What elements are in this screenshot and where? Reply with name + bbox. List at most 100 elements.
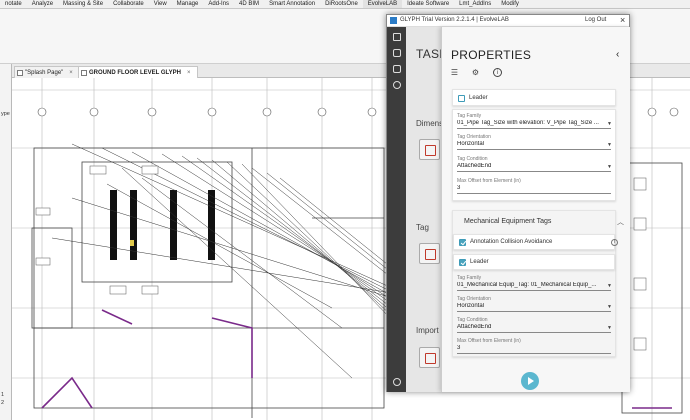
tag-condition-dropdown[interactable]: AttachedEnd (457, 163, 605, 169)
import-task-icon[interactable] (419, 347, 440, 368)
run-button[interactable] (521, 372, 539, 390)
close-icon[interactable]: × (69, 70, 73, 76)
field-underline (457, 353, 611, 354)
collision-avoidance-checkbox[interactable] (459, 239, 466, 246)
properties-palette-edge: ype 1 2 (0, 64, 12, 420)
highlight-marker (130, 240, 134, 246)
pipe-leader-label: Leader (469, 95, 488, 101)
dropdown-arrow-icon[interactable]: ▼ (607, 142, 612, 148)
tag-orientation-dropdown[interactable]: Horizontal (457, 303, 605, 309)
view-tab-ground-floor[interactable]: GROUND FLOOR LEVEL GLYPH × (78, 66, 198, 78)
menu-icon[interactable] (393, 33, 401, 41)
tag-condition-label: Tag Condition (457, 317, 488, 323)
type-label: ype (1, 111, 10, 117)
view-tab-label: "Splash Page" (25, 70, 64, 76)
dropdown-arrow-icon[interactable]: ▼ (607, 164, 612, 170)
glyph-nav-rail (387, 27, 406, 392)
info-icon[interactable]: i (611, 239, 618, 246)
max-offset-input[interactable]: 3 (457, 185, 605, 191)
field-underline (457, 332, 611, 333)
dropdown-arrow-icon[interactable]: ▼ (607, 121, 612, 127)
view-icon (81, 70, 87, 76)
tag-condition-label: Tag Condition (457, 156, 488, 162)
dropdown-arrow-icon[interactable]: ▼ (607, 283, 612, 289)
tag-family-label: Tag Family (457, 113, 482, 119)
section-title: Mechanical Equipment Tags (464, 218, 552, 225)
mech-leader-row[interactable]: Leader (453, 254, 615, 270)
field-underline (457, 149, 611, 150)
chevron-up-icon[interactable]: ︿ (617, 217, 624, 227)
task-section-tag: Tag (416, 223, 429, 232)
glyph-window-title: GLYPH Trial Version 2.2.1.4 | EvolveLAB (400, 17, 509, 23)
max-offset-input[interactable]: 3 (457, 345, 605, 351)
revit-window: notate Analyze Massing & Site Collaborat… (0, 0, 690, 420)
pipe-leader-checkbox[interactable] (458, 95, 465, 102)
tag-orientation-label: Tag Orientation (457, 296, 491, 302)
row-number: 1 (1, 392, 5, 398)
checklist-icon[interactable]: ☰ (450, 68, 459, 77)
glyph-window: GLYPH Trial Version 2.2.1.4 | EvolveLAB … (386, 14, 630, 392)
ribbon-tab-dirootsone[interactable]: DiRootsOne (320, 0, 363, 8)
pipe-leader-row[interactable]: Leader (452, 89, 616, 106)
gear-icon[interactable] (393, 378, 401, 386)
ribbon-tab-bar: notate Analyze Massing & Site Collaborat… (0, 0, 690, 9)
view-tab-splash-page[interactable]: "Splash Page" × (14, 66, 80, 78)
max-offset-label: Max Offset from Element (in) (457, 338, 521, 344)
robot-icon[interactable] (393, 49, 401, 57)
ribbon-tab-ideate[interactable]: Ideate Software (402, 0, 454, 8)
tag-family-label: Tag Family (457, 275, 482, 281)
collision-avoidance-label: Annotation Collision Avoidance (470, 239, 553, 245)
ribbon-tab-4dbim[interactable]: 4D BIM (234, 0, 264, 8)
ribbon-tab-addins[interactable]: Add-Ins (203, 0, 234, 8)
mech-leader-checkbox[interactable] (459, 259, 466, 266)
tag-task-icon[interactable] (419, 243, 440, 264)
dropdown-arrow-icon[interactable]: ▼ (607, 325, 612, 331)
mechanical-equipment-tags-section: Mechanical Equipment Tags ︿ Annotation C… (452, 210, 624, 357)
max-offset-label: Max Offset from Element (in) (457, 178, 521, 184)
ribbon-tab-massing[interactable]: Massing & Site (58, 0, 108, 8)
ribbon-tab-lmt-addins[interactable]: Lmt_AddIns (454, 0, 496, 8)
logout-link[interactable]: Log Out (585, 17, 606, 23)
dropdown-arrow-icon[interactable]: ▼ (607, 304, 612, 310)
close-icon[interactable]: × (620, 15, 625, 25)
pipe-tag-settings: Tag Family 01_Pipe Tag_Size with elevati… (452, 109, 616, 201)
leader-lines (51, 143, 393, 379)
view-icon (17, 70, 23, 76)
properties-title: PROPERTIES (451, 48, 532, 62)
ribbon-tab-view[interactable]: View (149, 0, 172, 8)
info-icon[interactable] (393, 81, 401, 89)
ribbon-tab-smart-annotation[interactable]: Smart Annotation (264, 0, 320, 8)
close-icon[interactable]: × (187, 70, 191, 76)
ribbon-tab-evolvelab[interactable]: EvolveLAB (362, 0, 403, 8)
chevron-left-icon[interactable]: ‹ (616, 49, 619, 60)
image-icon[interactable] (393, 65, 401, 73)
equipment-blocks (110, 190, 215, 260)
dimension-task-icon[interactable] (419, 139, 440, 160)
ribbon-tab-manage[interactable]: Manage (172, 0, 204, 8)
view-tab-label: GROUND FLOOR LEVEL GLYPH (89, 70, 182, 76)
gear-icon[interactable]: ⚙ (471, 68, 480, 77)
tag-orientation-label: Tag Orientation (457, 134, 491, 140)
properties-scroll-area[interactable]: Leader Tag Family 01_Pipe Tag_Size with … (442, 82, 631, 392)
tag-condition-dropdown[interactable]: AttachedEnd (457, 324, 605, 330)
properties-panel: PROPERTIES ‹ ☰ ⚙ i Leader Tag Family 01_… (441, 27, 630, 392)
field-underline (457, 128, 611, 129)
mech-leader-label: Leader (470, 259, 489, 265)
field-underline (457, 290, 611, 291)
info-icon[interactable]: i (493, 68, 502, 77)
task-section-import: Import (416, 326, 439, 335)
row-number: 2 (1, 400, 5, 406)
ribbon-tab-annotate[interactable]: notate (0, 0, 27, 8)
ribbon-tab-analyze[interactable]: Analyze (27, 0, 58, 8)
ribbon-tab-modify[interactable]: Modify (496, 0, 524, 8)
tag-family-dropdown[interactable]: 01_Pipe Tag_Size with elevation: V_Pipe … (457, 120, 605, 126)
field-underline (457, 171, 611, 172)
glyph-logo-icon (390, 17, 397, 24)
tag-family-dropdown[interactable]: 01_Mechanical Equip_Tag: 01_Mechanical E… (457, 282, 605, 288)
tag-orientation-dropdown[interactable]: Horizontal (457, 141, 605, 147)
collision-avoidance-row[interactable]: Annotation Collision Avoidance i (453, 234, 618, 250)
ribbon-tab-collaborate[interactable]: Collaborate (108, 0, 149, 8)
glyph-title-bar: GLYPH Trial Version 2.2.1.4 | EvolveLAB … (387, 15, 629, 27)
field-underline (457, 193, 611, 194)
field-underline (457, 311, 611, 312)
